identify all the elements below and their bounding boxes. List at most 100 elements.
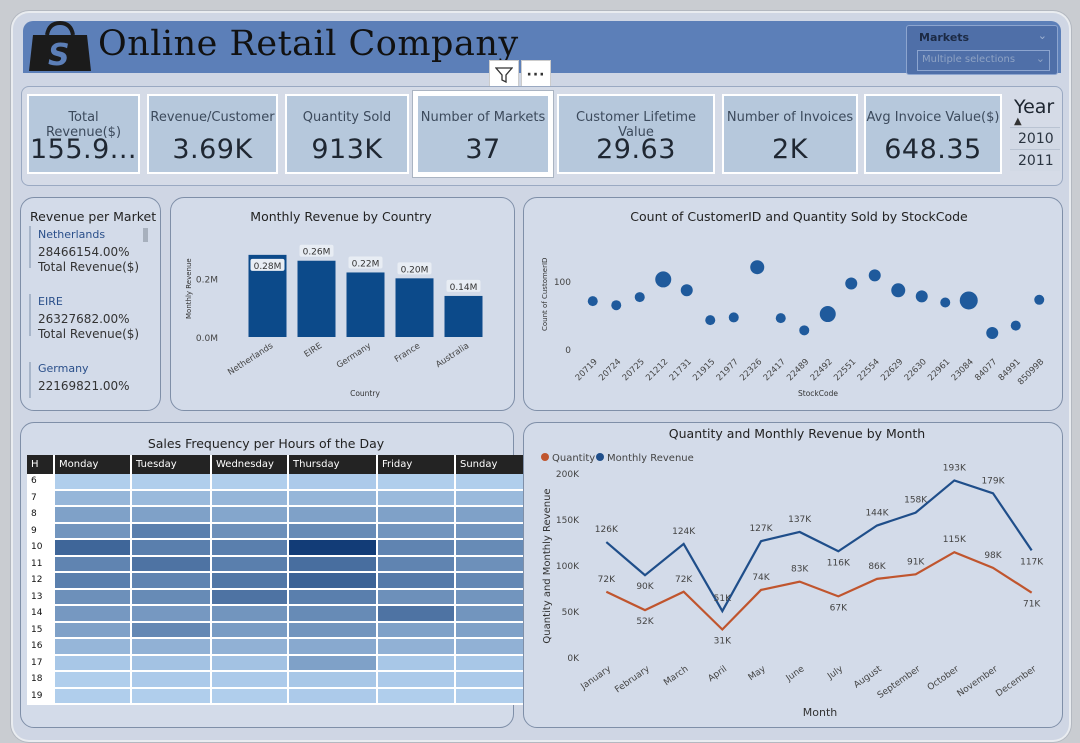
heatmap-cell[interactable]	[212, 507, 289, 524]
heatmap-cell[interactable]	[212, 639, 289, 656]
legend-label[interactable]: Monthly Revenue	[607, 453, 694, 464]
heatmap-cell[interactable]	[378, 523, 456, 540]
heatmap-cell[interactable]	[212, 540, 289, 557]
heatmap-cell[interactable]	[378, 589, 456, 606]
markets-dropdown[interactable]: Multiple selections ⌄	[917, 50, 1050, 71]
heatmap-cell[interactable]	[289, 589, 378, 606]
heatmap-cell[interactable]	[55, 540, 132, 557]
list-item[interactable]: Netherlands 28466154.00% Total Revenue($…	[38, 228, 139, 274]
heatmap-cell[interactable]	[55, 589, 132, 606]
heatmap-cell[interactable]	[132, 688, 212, 705]
heatmap-cell[interactable]	[289, 688, 378, 705]
heatmap-cell[interactable]	[378, 622, 456, 639]
scatter-point[interactable]	[845, 277, 858, 290]
series-line[interactable]	[605, 479, 1033, 614]
heatmap-cell[interactable]	[289, 507, 378, 524]
heatmap-cell[interactable]	[132, 523, 212, 540]
scatter-point[interactable]	[986, 327, 999, 340]
sales-frequency-heatmap[interactable]: H Monday Tuesday Wednesday Thursday Friday Sun…	[27, 455, 536, 705]
heatmap-cell[interactable]	[55, 573, 132, 590]
scrollbar-thumb[interactable]	[143, 228, 148, 242]
heatmap-cell[interactable]	[378, 556, 456, 573]
scatter-point[interactable]	[655, 271, 672, 288]
scatter-point[interactable]	[1010, 320, 1021, 331]
heatmap-cell[interactable]	[132, 474, 212, 491]
heatmap-cell[interactable]	[378, 639, 456, 656]
heatmap-cell[interactable]	[55, 507, 132, 524]
heatmap-cell[interactable]	[378, 655, 456, 672]
markets-slicer[interactable]: Markets ⌄ Multiple selections ⌄	[906, 25, 1058, 75]
heatmap-cell[interactable]	[212, 573, 289, 590]
heatmap-cell[interactable]	[212, 523, 289, 540]
heatmap-cell[interactable]	[55, 639, 132, 656]
heatmap-cell[interactable]	[132, 540, 212, 557]
heatmap-cell[interactable]	[132, 507, 212, 524]
heatmap-cell[interactable]	[378, 474, 456, 491]
heatmap-cell[interactable]	[132, 589, 212, 606]
heatmap-cell[interactable]	[55, 622, 132, 639]
heatmap-cell[interactable]	[212, 490, 289, 507]
scatter-point[interactable]	[799, 325, 810, 336]
heatmap-cell[interactable]	[378, 672, 456, 689]
heatmap-cell[interactable]	[55, 556, 132, 573]
heatmap-cell[interactable]	[55, 490, 132, 507]
heatmap-cell[interactable]	[212, 474, 289, 491]
heatmap-cell[interactable]	[212, 688, 289, 705]
heatmap-cell[interactable]	[55, 655, 132, 672]
line-chart[interactable]: Quantity and Monthly Revenue by Month Qua…	[523, 422, 1061, 726]
heatmap-cell[interactable]	[289, 672, 378, 689]
scatter-point[interactable]	[587, 296, 598, 307]
heatmap-cell[interactable]	[132, 556, 212, 573]
scatter-point[interactable]	[959, 291, 978, 310]
heatmap-cell[interactable]	[132, 490, 212, 507]
chevron-down-icon[interactable]: ⌄	[1038, 29, 1047, 42]
scatter-point[interactable]	[915, 290, 928, 303]
heatmap-cell[interactable]	[289, 639, 378, 656]
heatmap-cell[interactable]	[132, 573, 212, 590]
scatter-point[interactable]	[750, 260, 765, 275]
year-item-2010[interactable]: 2010	[1010, 127, 1060, 149]
bar[interactable]	[346, 272, 385, 337]
heatmap-cell[interactable]	[55, 672, 132, 689]
heatmap-cell[interactable]	[55, 523, 132, 540]
scatter-point[interactable]	[775, 313, 786, 324]
heatmap-cell[interactable]	[289, 655, 378, 672]
scatter-point[interactable]	[819, 306, 836, 323]
series-line[interactable]	[605, 550, 1033, 632]
bar[interactable]	[444, 295, 483, 337]
scatter-point[interactable]	[891, 283, 906, 298]
heatmap-cell[interactable]	[289, 556, 378, 573]
hour-column-header[interactable]: H	[27, 455, 55, 474]
heatmap-cell[interactable]	[289, 606, 378, 623]
heatmap-cell[interactable]	[132, 606, 212, 623]
legend-label[interactable]: Quantity	[552, 453, 595, 464]
heatmap-cell[interactable]	[55, 474, 132, 491]
heatmap-cell[interactable]	[132, 672, 212, 689]
heatmap-cell[interactable]	[55, 688, 132, 705]
heatmap-cell[interactable]	[132, 622, 212, 639]
heatmap-cell[interactable]	[289, 540, 378, 557]
heatmap-cell[interactable]	[378, 507, 456, 524]
bar-chart[interactable]: Monthly Revenue by Country 0.0M 0.2MMonthl…	[170, 197, 513, 409]
heatmap-cell[interactable]	[212, 672, 289, 689]
scatter-point[interactable]	[728, 312, 739, 323]
heatmap-cell[interactable]	[289, 490, 378, 507]
heatmap-cell[interactable]	[212, 589, 289, 606]
bar[interactable]	[395, 278, 434, 337]
heatmap-cell[interactable]	[132, 655, 212, 672]
heatmap-cell[interactable]	[289, 622, 378, 639]
heatmap-cell[interactable]	[378, 688, 456, 705]
kpi-card-number-of-markets[interactable]: Number of Markets 37	[416, 94, 550, 174]
scatter-point[interactable]	[634, 292, 645, 303]
heatmap-cell[interactable]	[289, 573, 378, 590]
scatter-point[interactable]	[611, 300, 622, 311]
scatter-point[interactable]	[868, 269, 881, 282]
heatmap-cell[interactable]	[378, 606, 456, 623]
scatter-point[interactable]	[1034, 294, 1045, 305]
list-item[interactable]: EIRE 26327682.00% Total Revenue($)	[38, 295, 139, 341]
heatmap-cell[interactable]	[132, 639, 212, 656]
heatmap-cell[interactable]	[289, 474, 378, 491]
scatter-chart[interactable]: Count of CustomerID and Quantity Sold by…	[523, 197, 1061, 409]
heatmap-cell[interactable]	[212, 655, 289, 672]
heatmap-cell[interactable]	[212, 556, 289, 573]
